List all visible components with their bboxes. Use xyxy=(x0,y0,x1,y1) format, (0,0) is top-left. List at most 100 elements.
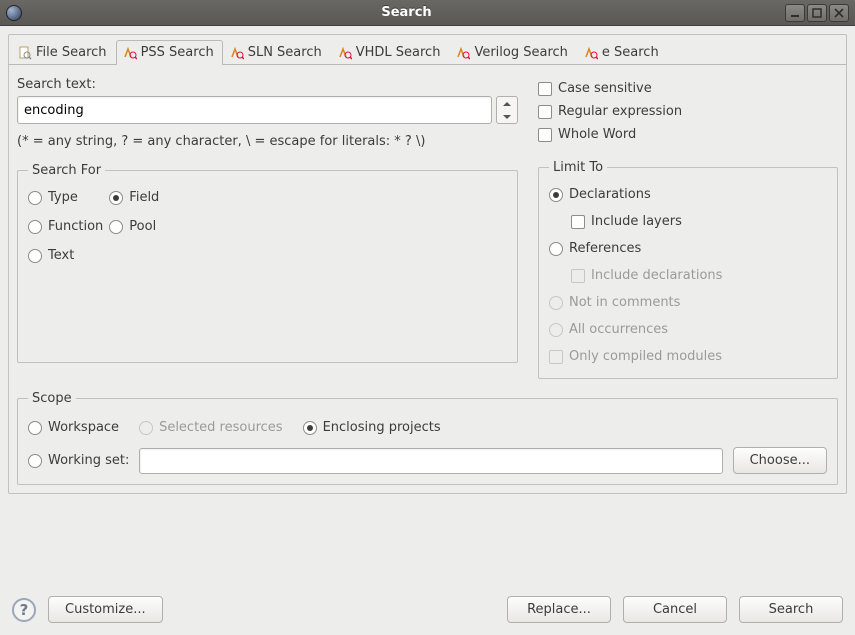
checkbox-icon xyxy=(538,105,552,119)
scope-fieldset: Scope Workspace Selected resources Enclo… xyxy=(17,391,838,485)
window-controls xyxy=(785,4,849,22)
option-regex[interactable]: Regular expression xyxy=(538,104,838,119)
limit-references[interactable]: References xyxy=(549,241,827,256)
tab-verilog-search[interactable]: Verilog Search xyxy=(449,40,576,65)
checkbox-icon xyxy=(571,269,585,283)
radio-icon xyxy=(109,220,123,234)
option-label: Pool xyxy=(129,219,156,234)
limit-only-compiled: Only compiled modules xyxy=(549,349,827,364)
radio-icon xyxy=(549,242,563,256)
tab-pss-search[interactable]: PSS Search xyxy=(116,40,223,65)
left-column: Search text: (* = any string, ? = any ch… xyxy=(17,77,518,379)
dialog-body: File Search PSS Search SLN Search VHDL S… xyxy=(0,26,855,635)
spacer xyxy=(8,494,847,588)
option-label: Only compiled modules xyxy=(569,349,722,364)
main-panel: File Search PSS Search SLN Search VHDL S… xyxy=(8,34,847,494)
replace-button[interactable]: Replace... xyxy=(507,596,611,623)
search-button[interactable]: Search xyxy=(739,596,843,623)
scope-row-1: Workspace Selected resources Enclosing p… xyxy=(28,416,827,439)
verilog-search-icon xyxy=(456,46,470,60)
tab-label: PSS Search xyxy=(141,45,214,60)
limit-not-in-comments: Not in comments xyxy=(549,295,827,310)
cancel-button[interactable]: Cancel xyxy=(623,596,727,623)
right-column: Case sensitive Regular expression Whole … xyxy=(538,77,838,379)
checkbox-icon xyxy=(571,215,585,229)
radio-icon xyxy=(28,421,42,435)
search-for-pool[interactable]: Pool xyxy=(109,219,159,234)
radio-icon xyxy=(28,249,42,263)
scope-row-2: Working set: Choose... xyxy=(28,447,827,474)
search-for-field[interactable]: Field xyxy=(109,190,159,205)
search-for-type[interactable]: Type xyxy=(28,190,103,205)
option-whole-word[interactable]: Whole Word xyxy=(538,127,838,142)
radio-icon xyxy=(549,188,563,202)
tab-label: VHDL Search xyxy=(356,45,441,60)
option-case-sensitive[interactable]: Case sensitive xyxy=(538,81,838,96)
vhdl-search-icon xyxy=(338,46,352,60)
scope-selected-resources: Selected resources xyxy=(139,420,283,435)
working-set-input[interactable] xyxy=(139,448,722,474)
limit-include-layers[interactable]: Include layers xyxy=(571,214,827,229)
search-for-function[interactable]: Function xyxy=(28,219,103,234)
radio-icon xyxy=(109,191,123,205)
bottom-bar: ? Customize... Replace... Cancel Search xyxy=(8,588,847,627)
e-search-icon xyxy=(584,46,598,60)
history-dropdown[interactable] xyxy=(496,96,518,124)
search-row xyxy=(17,96,518,124)
tab-sln-search[interactable]: SLN Search xyxy=(223,40,331,65)
option-label: Include declarations xyxy=(591,268,722,283)
scope-legend: Scope xyxy=(28,391,76,406)
radio-icon xyxy=(28,454,42,468)
tab-label: Verilog Search xyxy=(474,45,567,60)
chevron-down-icon xyxy=(497,110,517,123)
tab-label: File Search xyxy=(36,45,107,60)
action-buttons: Replace... Cancel Search xyxy=(507,596,843,623)
app-icon xyxy=(6,5,22,21)
search-for-legend: Search For xyxy=(28,163,105,178)
maximize-button[interactable] xyxy=(807,4,827,22)
window-title: Search xyxy=(28,5,785,20)
limit-all-occurrences: All occurrences xyxy=(549,322,827,337)
help-icon: ? xyxy=(20,601,29,619)
help-button[interactable]: ? xyxy=(12,598,36,622)
customize-button[interactable]: Customize... xyxy=(48,596,163,623)
option-label: Enclosing projects xyxy=(323,420,441,435)
option-label: Working set: xyxy=(48,453,129,468)
tab-label: SLN Search xyxy=(248,45,322,60)
checkbox-icon xyxy=(538,128,552,142)
radio-icon xyxy=(139,421,153,435)
close-button[interactable] xyxy=(829,4,849,22)
search-text-input[interactable] xyxy=(17,96,492,124)
minimize-button[interactable] xyxy=(785,4,805,22)
tab-bar: File Search PSS Search SLN Search VHDL S… xyxy=(9,37,846,65)
scope-workspace[interactable]: Workspace xyxy=(28,420,119,435)
search-text-label: Search text: xyxy=(17,77,518,92)
option-label: Text xyxy=(48,248,74,263)
tab-label: e Search xyxy=(602,45,659,60)
file-search-icon xyxy=(18,46,32,60)
option-label: Include layers xyxy=(591,214,682,229)
search-hint: (* = any string, ? = any character, \ = … xyxy=(17,134,518,149)
tab-e-search[interactable]: e Search xyxy=(577,40,668,65)
limit-include-declarations: Include declarations xyxy=(571,268,827,283)
option-label: Whole Word xyxy=(558,127,636,142)
limit-to-fieldset: Limit To Declarations Include layers xyxy=(538,160,838,379)
radio-icon xyxy=(549,296,563,310)
option-label: Not in comments xyxy=(569,295,680,310)
choose-button[interactable]: Choose... xyxy=(733,447,827,474)
option-label: Regular expression xyxy=(558,104,682,119)
option-label: Declarations xyxy=(569,187,651,202)
radio-icon xyxy=(549,323,563,337)
search-for-text[interactable]: Text xyxy=(28,248,103,263)
option-label: Function xyxy=(48,219,103,234)
option-label: Type xyxy=(48,190,78,205)
option-label: Selected resources xyxy=(159,420,283,435)
content-area: Search text: (* = any string, ? = any ch… xyxy=(17,65,838,383)
option-label: Field xyxy=(129,190,159,205)
tab-file-search[interactable]: File Search xyxy=(11,40,116,65)
scope-working-set[interactable]: Working set: xyxy=(28,453,129,468)
tab-vhdl-search[interactable]: VHDL Search xyxy=(331,40,450,65)
option-label: All occurrences xyxy=(569,322,668,337)
limit-declarations[interactable]: Declarations xyxy=(549,187,827,202)
scope-enclosing-projects[interactable]: Enclosing projects xyxy=(303,420,441,435)
